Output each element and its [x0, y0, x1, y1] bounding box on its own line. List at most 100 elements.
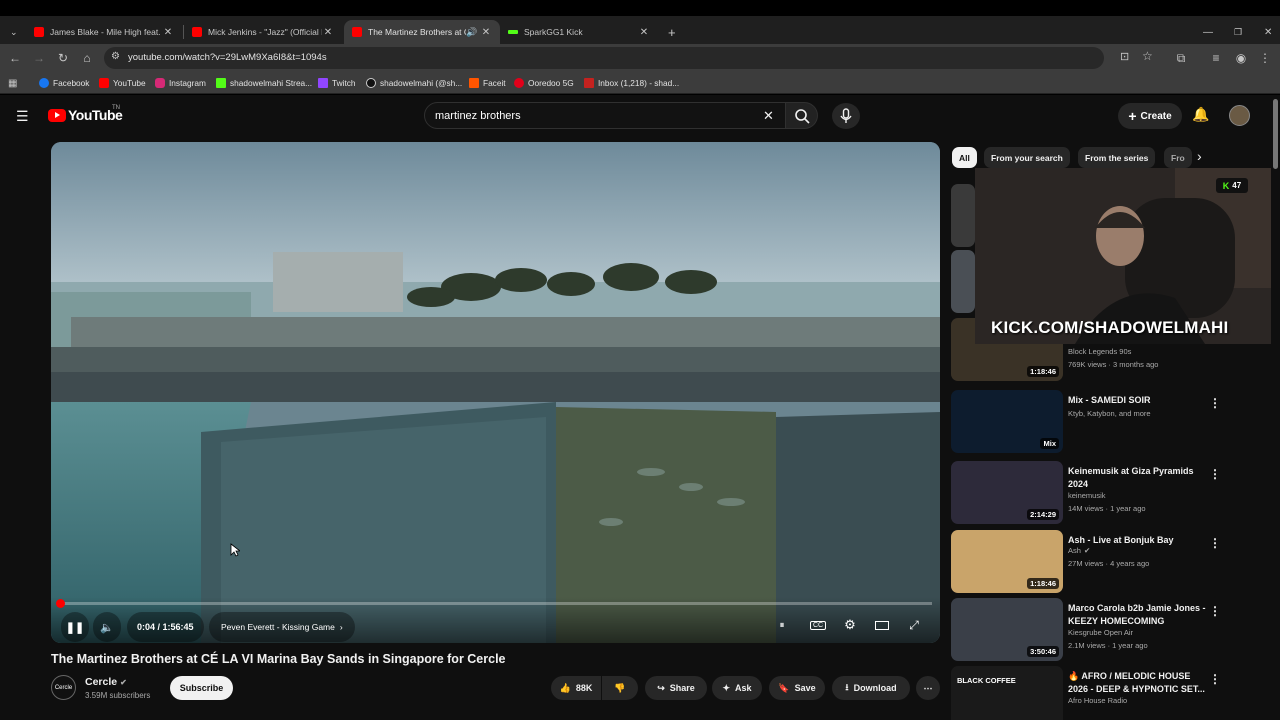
recommendation-item[interactable]: 2:14:29 Keinemusik at Giza Pyramids 2024…	[951, 461, 1271, 527]
apps-grid-icon[interactable]: ▦	[8, 76, 17, 90]
bookmark-instagram[interactable]: Instagram	[155, 76, 206, 90]
restore-button[interactable]: ❐	[1226, 20, 1244, 44]
settings-button[interactable]: ⚙	[837, 612, 863, 638]
bookmark-tiktok[interactable]: shadowelmahi (@sh...	[366, 76, 462, 90]
home-icon[interactable]: ⌂	[78, 49, 96, 67]
channel-name-link[interactable]: Cercle ✔	[85, 676, 127, 688]
fullscreen-button[interactable]: ⤢	[901, 612, 927, 638]
bookmark-label: Inbox (1,218) - shad...	[598, 78, 680, 88]
captions-button[interactable]: CC	[805, 612, 831, 638]
video-player[interactable]: ❚❚ 🔈 0:04 / 1:56:45 Peven Everett - Kiss…	[51, 142, 940, 643]
bookmark-facebook[interactable]: Facebook	[39, 76, 89, 90]
extensions-icon[interactable]: ⧉	[1172, 49, 1190, 67]
scrubber-handle[interactable]	[55, 599, 65, 608]
rec-menu-icon[interactable]: ⋮	[1209, 672, 1221, 686]
reload-icon[interactable]: ↻	[54, 49, 72, 67]
address-bar[interactable]: ⚙ youtube.com/watch?v=29LwM9Xa6I8&t=1094…	[104, 47, 1153, 69]
chip-from-your-search[interactable]: From your search	[984, 147, 1070, 168]
new-tab-button[interactable]: +	[660, 20, 682, 44]
chip-label: From the series	[1085, 152, 1149, 163]
rec-menu-icon[interactable]: ⋮	[1209, 467, 1221, 481]
bookmark-twitch[interactable]: Twitch	[318, 76, 356, 90]
autoplay-toggle[interactable]: ⏸	[769, 612, 795, 638]
minimize-button[interactable]: —	[1195, 20, 1213, 44]
channel-avatar[interactable]: Cercle	[51, 675, 76, 700]
tab-3-active[interactable]: The Martinez Brothers at CÉ 🔊 ✕	[344, 20, 500, 44]
youtube-logo[interactable]: YouTube TN	[48, 105, 123, 123]
notifications-bell-icon[interactable]: 🔔	[1192, 106, 1209, 123]
youtube-favicon-icon	[192, 27, 202, 37]
bookmark-gmail[interactable]: Inbox (1,218) - shad...	[584, 76, 679, 90]
chip-all[interactable]: All	[952, 147, 977, 168]
video-frame	[51, 142, 940, 643]
duration-badge: 2:14:29	[1027, 509, 1059, 520]
video-thumbnail	[951, 184, 975, 247]
install-icon[interactable]: ⊡	[1120, 50, 1129, 63]
close-tab-icon[interactable]: ✕	[638, 27, 650, 38]
rec-menu-icon[interactable]: ⋮	[1209, 536, 1221, 550]
tab-4[interactable]: SparkGG1 Kick ✕	[500, 20, 658, 44]
progress-bar[interactable]	[55, 599, 932, 608]
voice-search-button[interactable]	[832, 103, 860, 129]
tab-2[interactable]: Mick Jenkins - "Jazz" (Official M ✕	[184, 20, 342, 44]
bookmark-youtube[interactable]: YouTube	[99, 76, 146, 90]
more-actions-button[interactable]: ⋯	[916, 676, 940, 700]
search-button[interactable]	[786, 102, 818, 129]
share-button[interactable]: ↪ Share	[645, 676, 707, 700]
account-avatar[interactable]	[1229, 105, 1250, 126]
recommendation-item[interactable]: 1:18:46 Ash - Live at Bonjuk Bay Ash ✔ 27…	[951, 530, 1271, 596]
volume-button[interactable]: 🔈	[93, 612, 121, 642]
profile-icon[interactable]: ◉	[1232, 49, 1250, 67]
ask-button[interactable]: ✦ Ask	[712, 676, 762, 700]
like-button[interactable]: 👍 88K	[551, 676, 601, 700]
save-button[interactable]: 🔖 Save	[769, 676, 825, 700]
video-title: The Martinez Brothers at CÉ LA VI Marina…	[51, 652, 506, 666]
recommendation-item[interactable]: Mix Mix - SAMEDI SOIR Ktyb, Katybon, and…	[951, 390, 1271, 456]
close-window-button[interactable]: ✕	[1256, 20, 1274, 44]
theater-mode-button[interactable]	[869, 612, 895, 638]
page-scrollbar[interactable]	[1271, 95, 1280, 720]
rec-channel: Afro House Radio	[1068, 696, 1128, 705]
subscribe-button[interactable]: Subscribe	[170, 676, 233, 700]
twitch-icon	[318, 78, 328, 88]
rec-menu-icon[interactable]: ⋮	[1209, 396, 1221, 410]
forward-icon[interactable]: →	[30, 49, 48, 67]
chip-from-the-series[interactable]: From the series	[1078, 147, 1156, 168]
tab-1[interactable]: James Blake - Mile High feat. Tr ✕	[26, 20, 182, 44]
kick-viewer-count: 47	[1232, 181, 1242, 190]
menu-kebab-icon[interactable]: ⋮	[1256, 49, 1274, 67]
rec-menu-icon[interactable]: ⋮	[1209, 604, 1221, 618]
bookmark-ooredoo[interactable]: Ooredoo 5G	[514, 76, 574, 90]
close-tab-icon[interactable]: ✕	[480, 27, 492, 38]
bookmark-label: Ooredoo 5G	[528, 78, 574, 88]
site-info-icon[interactable]: ⚙	[111, 51, 120, 62]
recommendation-item[interactable]: BLACK COFFEE 🔥 AFRO / MELODIC HOUSE 2026…	[951, 666, 1271, 720]
bookmark-star-icon[interactable]: ☆	[1142, 49, 1153, 63]
close-tab-icon[interactable]: ✕	[162, 27, 174, 38]
thumbnail-text: BLACK COFFEE	[957, 676, 1016, 685]
faceit-icon	[469, 78, 479, 88]
pause-button[interactable]: ❚❚	[61, 612, 89, 642]
speaker-icon[interactable]: 🔊	[466, 27, 478, 38]
bookmark-kick[interactable]: shadowelmahi Strea...	[216, 76, 312, 90]
dislike-button[interactable]: 👎	[602, 676, 638, 700]
kick-favicon-icon	[508, 30, 518, 34]
back-icon[interactable]: ←	[6, 49, 24, 67]
chapter-button[interactable]: Peven Everett - Kissing Game ›	[209, 612, 355, 642]
bookmark-faceit[interactable]: Faceit	[469, 76, 506, 90]
video-thumbnail: 2:14:29	[951, 461, 1063, 524]
chips-next-icon[interactable]: ›	[1197, 148, 1202, 164]
close-tab-icon[interactable]: ✕	[322, 27, 334, 38]
rec-channel: Block Legends 90s	[1068, 347, 1132, 356]
create-button[interactable]: + Create	[1118, 103, 1182, 129]
media-control-icon[interactable]: ≡	[1207, 49, 1225, 67]
more-horizontal-icon: ⋯	[923, 682, 933, 693]
chip-partial[interactable]: Fro	[1164, 147, 1192, 168]
tab-search-dropdown[interactable]: ⌄	[2, 20, 22, 44]
hamburger-menu-icon[interactable]: ☰	[16, 108, 29, 125]
recommendation-item[interactable]: 3:50:46 Marco Carola b2b Jamie Jones - K…	[951, 598, 1271, 664]
clear-search-icon[interactable]: ✕	[763, 108, 774, 124]
search-input[interactable]: martinez brothers ✕	[424, 102, 786, 129]
scrollbar-thumb[interactable]	[1273, 99, 1278, 169]
download-button[interactable]: ⭳ Download	[832, 676, 910, 700]
